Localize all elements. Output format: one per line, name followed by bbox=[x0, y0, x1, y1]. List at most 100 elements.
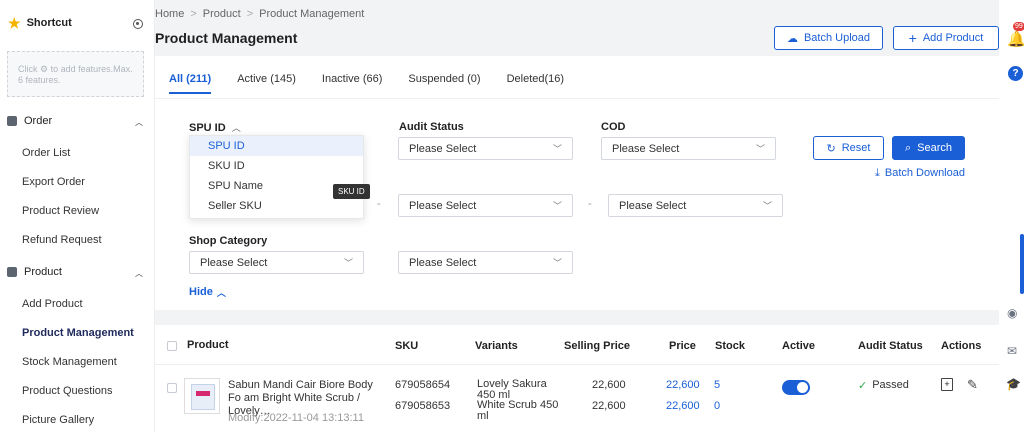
add-product-label: Add Product bbox=[922, 32, 984, 44]
shop-category-value: Please Select bbox=[200, 256, 268, 269]
batch-download-link[interactable]: ⤓ Batch Download bbox=[875, 167, 965, 180]
order-icon bbox=[7, 116, 17, 126]
shortcut-hint: Click ⚙ to add features.Max. 6 features. bbox=[7, 51, 144, 97]
tooltip: SKU ID bbox=[333, 184, 370, 199]
cod-label: COD bbox=[601, 121, 626, 133]
spu-id-label: SPU ID bbox=[189, 121, 226, 134]
chevron-down-icon: ﹀ bbox=[552, 258, 562, 268]
chevron-down-icon: ﹀ bbox=[762, 201, 772, 211]
audit-status-label: Audit Status bbox=[399, 121, 464, 133]
stock-value[interactable]: 0 bbox=[714, 400, 720, 412]
status-tabs: All (211) Active (145) Inactive (66) Sus… bbox=[169, 73, 590, 94]
sidebar-group-product[interactable]: Product ︿ bbox=[7, 266, 147, 278]
notification-badge: 99 bbox=[1013, 22, 1024, 31]
scroll-handle[interactable] bbox=[1020, 234, 1024, 294]
shortcut-title: Shortcut bbox=[26, 17, 72, 29]
filter-panel: All (211) Active (145) Inactive (66) Sus… bbox=[155, 56, 999, 310]
breadcrumb-separator: > bbox=[190, 8, 197, 20]
column-header-selling-price: Selling Price bbox=[564, 340, 631, 352]
cloud-upload-icon: ☁ bbox=[786, 32, 798, 45]
variant-value: White Scrub 450 ml bbox=[477, 399, 559, 422]
batch-upload-button[interactable]: ☁ Batch Upload bbox=[774, 26, 883, 50]
bell-icon[interactable]: 🔔 bbox=[1007, 30, 1024, 48]
select-value: Please Select bbox=[619, 199, 687, 212]
help-icon[interactable]: ? bbox=[1008, 66, 1023, 81]
price-value[interactable]: 22,600 bbox=[666, 379, 700, 391]
price-value[interactable]: 22,600 bbox=[666, 400, 700, 412]
chevron-up-icon: ︿ bbox=[135, 269, 143, 278]
tab-suspended[interactable]: Suspended (0) bbox=[408, 73, 480, 94]
column-header-actions: Actions bbox=[941, 340, 982, 352]
check-icon: ✓ bbox=[858, 380, 868, 392]
spu-id-selector[interactable]: SPU ID ︿ bbox=[189, 121, 241, 134]
column-header-active: Active bbox=[782, 340, 816, 352]
select-all-checkbox[interactable] bbox=[167, 341, 177, 351]
dropdown-option-sku-id[interactable]: SKU ID bbox=[190, 156, 363, 176]
stock-value[interactable]: 5 bbox=[714, 379, 720, 391]
tab-active[interactable]: Active (145) bbox=[237, 73, 296, 94]
breadcrumb-product[interactable]: Product bbox=[203, 8, 241, 20]
chevron-up-icon: ︿ bbox=[135, 118, 143, 127]
main-content: Home > Product > Product Management Prod… bbox=[155, 0, 999, 432]
third-row-select[interactable]: Please Select ﹀ bbox=[398, 251, 573, 274]
hide-filters-link[interactable]: Hide ︿ bbox=[189, 286, 226, 299]
sidebar-item-order-list[interactable]: Order List bbox=[22, 147, 70, 159]
dropdown-option-seller-sku[interactable]: Seller SKU bbox=[190, 196, 363, 216]
sidebar-item-stock-management[interactable]: Stock Management bbox=[22, 356, 117, 368]
column-header-price: Price bbox=[669, 340, 696, 352]
sidebar-item-picture-gallery[interactable]: Picture Gallery bbox=[22, 414, 94, 426]
graduation-cap-icon[interactable]: 🎓 bbox=[1006, 377, 1021, 391]
tab-deleted[interactable]: Deleted(16) bbox=[507, 73, 564, 94]
sidebar-group-order[interactable]: Order ︿ bbox=[7, 115, 147, 127]
add-product-button[interactable]: + Add Product bbox=[893, 26, 999, 50]
support-icon[interactable]: ◉ bbox=[1007, 306, 1017, 320]
star-icon: ★ bbox=[8, 15, 21, 31]
tab-all[interactable]: All (211) bbox=[169, 73, 212, 94]
chevron-down-icon: ﹀ bbox=[343, 258, 353, 268]
column-header-product: Product bbox=[187, 339, 229, 351]
copy-icon[interactable]: + bbox=[941, 378, 953, 391]
dropdown-option-spu-id[interactable]: SPU ID bbox=[190, 136, 363, 156]
cod-select[interactable]: Please Select ﹀ bbox=[601, 137, 776, 160]
sidebar-group-label: Product bbox=[24, 266, 62, 278]
selling-price-value: 22,600 bbox=[592, 400, 626, 412]
page-title: Product Management bbox=[155, 30, 298, 46]
row-checkbox[interactable] bbox=[167, 383, 177, 393]
column-header-audit-status: Audit Status bbox=[858, 340, 923, 352]
sidebar-item-product-management[interactable]: Product Management bbox=[22, 327, 134, 339]
gear-icon[interactable] bbox=[133, 19, 143, 29]
mail-icon[interactable]: ✉ bbox=[1007, 344, 1017, 358]
search-icon: ⌕ bbox=[904, 141, 912, 154]
product-thumbnail[interactable] bbox=[184, 378, 220, 414]
edit-icon[interactable]: ✎ bbox=[967, 377, 978, 393]
sku-value: 679058653 bbox=[395, 400, 451, 412]
sidebar-group-label: Order bbox=[24, 115, 53, 127]
product-icon bbox=[7, 267, 17, 277]
active-toggle[interactable] bbox=[782, 380, 810, 395]
selling-price-value: 22,600 bbox=[592, 379, 626, 391]
range-dash: - bbox=[377, 198, 381, 210]
header-divider bbox=[155, 364, 999, 365]
tab-divider bbox=[155, 98, 999, 99]
sidebar-item-product-review[interactable]: Product Review bbox=[22, 205, 99, 217]
search-button[interactable]: ⌕ Search bbox=[892, 136, 965, 160]
tab-inactive[interactable]: Inactive (66) bbox=[322, 73, 383, 94]
shortcut-header: ★ Shortcut bbox=[8, 16, 72, 30]
breadcrumb: Home > Product > Product Management bbox=[155, 8, 364, 20]
reset-button[interactable]: ↻ Reset bbox=[813, 136, 884, 160]
shop-category-select[interactable]: Please Select ﹀ bbox=[189, 251, 364, 274]
chevron-up-icon: ︿ bbox=[216, 288, 226, 298]
second-row-select-2[interactable]: Please Select ﹀ bbox=[608, 194, 783, 217]
sidebar-item-add-product[interactable]: Add Product bbox=[22, 298, 83, 310]
sidebar-item-product-questions[interactable]: Product Questions bbox=[22, 385, 113, 397]
breadcrumb-home[interactable]: Home bbox=[155, 8, 184, 20]
sidebar-item-export-order[interactable]: Export Order bbox=[22, 176, 85, 188]
sidebar-item-refund-request[interactable]: Refund Request bbox=[22, 234, 102, 246]
second-row-select-1[interactable]: Please Select ﹀ bbox=[398, 194, 573, 217]
audit-status-select[interactable]: Please Select ﹀ bbox=[398, 137, 573, 160]
column-header-stock: Stock bbox=[715, 340, 745, 352]
breadcrumb-separator: > bbox=[246, 8, 254, 20]
product-modified: Modify:2022-11-04 13:13:11 bbox=[228, 412, 364, 424]
chevron-down-icon: ﹀ bbox=[552, 144, 562, 154]
reset-label: Reset bbox=[841, 142, 871, 154]
